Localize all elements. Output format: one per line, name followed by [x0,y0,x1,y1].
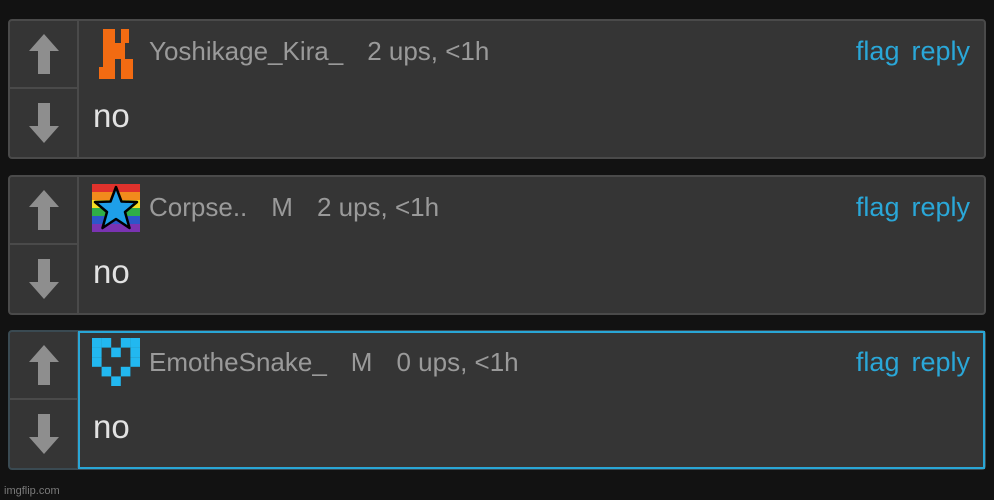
reply-link[interactable]: reply [911,347,970,378]
flag-link[interactable]: flag [856,36,900,67]
arrow-up-icon [28,345,59,385]
comment-content: EmotheSnake_ M 0 ups, <1h flag reply no [78,331,985,469]
rainbow-star-icon[interactable] [92,184,140,232]
arrow-down-icon [28,259,59,299]
flag-link[interactable]: flag [856,192,900,223]
vote-stats: 2 ups, <1h [316,191,440,222]
comment-content: Yoshikage_Kira_ 2 ups, <1h flag reply no [79,21,984,157]
downvote-button[interactable] [10,400,77,468]
vote-column [10,21,79,157]
upvote-button[interactable] [10,177,77,245]
arrow-down-icon [28,414,59,454]
vote-column [10,177,79,313]
blue-pixel-heart-icon[interactable] [92,338,140,386]
comment-card: Corpse.. M 2 ups, <1h flag reply no [8,175,986,315]
comment-content: Corpse.. M 2 ups, <1h flag reply no [79,177,984,313]
reply-link[interactable]: reply [911,192,970,223]
username-link[interactable]: Yoshikage_Kira_ [149,36,343,67]
comment-card: EmotheSnake_ M 0 ups, <1h flag reply no [8,330,986,470]
upvote-button[interactable] [10,332,77,400]
vote-stats: 0 ups, <1h [396,346,519,377]
comment-actions: flag reply [856,35,970,67]
upvote-button[interactable] [10,21,77,89]
downvote-button[interactable] [10,245,77,313]
arrow-up-icon [28,190,59,230]
username-link[interactable]: Corpse.. [149,192,247,223]
comment-card: Yoshikage_Kira_ 2 ups, <1h flag reply no [8,19,986,159]
watermark: imgflip.com [4,485,60,497]
vote-column [10,332,79,468]
mod-badge: M [350,346,373,377]
comment-body: no [93,253,130,290]
comment-body: no [93,408,130,445]
reply-link[interactable]: reply [911,36,970,67]
comment-actions: flag reply [856,346,970,378]
comment-actions: flag reply [856,191,970,223]
comment-meta: Yoshikage_Kira_ 2 ups, <1h [149,35,489,67]
downvote-button[interactable] [10,89,77,157]
comment-meta: EmotheSnake_ M 0 ups, <1h [149,346,519,378]
comment-meta: Corpse.. M 2 ups, <1h [149,191,439,223]
flag-link[interactable]: flag [856,347,900,378]
comment-body: no [93,97,130,134]
vote-stats: 2 ups, <1h [367,35,490,66]
arrow-down-icon [28,103,59,143]
mod-badge: M [271,191,293,222]
orange-pixel-castle-icon[interactable] [99,29,133,79]
arrow-up-icon [28,34,59,74]
username-link[interactable]: EmotheSnake_ [149,347,327,378]
